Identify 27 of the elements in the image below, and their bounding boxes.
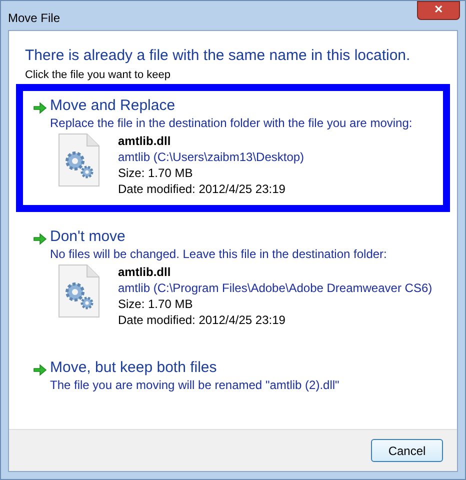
- option-description: No files will be changed. Leave this file in the destination folder:: [50, 246, 388, 262]
- file-date: Date modified: 2012/4/25 23:19: [118, 181, 286, 197]
- instruction-text: Click the file you want to keep: [25, 68, 172, 82]
- file-gear-icon: [58, 264, 100, 318]
- option-card[interactable]: Move and Replace Replace the file in the destination folder with the file you are moving: amtlib.dll amtlib (C:\Users\zaibm13\Desktop) Size: 1.70 MB Date modified: 2012/4/25 23:19: [16, 84, 450, 212]
- option-description: Replace the file in the destination folder with the file you are moving:: [50, 115, 412, 131]
- window-title: Move File: [8, 10, 60, 27]
- arrow-icon: [33, 102, 47, 114]
- file-date: Date modified: 2012/4/25 23:19: [118, 312, 286, 328]
- file-location: amtlib (C:\Program Files\Adobe\Adobe Dreamweaver CS6): [118, 280, 432, 296]
- file-size: Size: 1.70 MB: [118, 165, 194, 181]
- option-description: The file you are moving will be renamed "amtlib (2).dll": [50, 377, 340, 393]
- file-name: amtlib.dll: [118, 133, 172, 149]
- option-card[interactable]: Move, but keep both files The file you are moving will be renamed "amtlib (2).dll": [16, 346, 450, 408]
- file-gear-icon: [58, 133, 100, 187]
- option-title: Move, but keep both files: [50, 359, 218, 377]
- cancel-button[interactable]: Cancel: [371, 439, 443, 462]
- file-size: Size: 1.70 MB: [118, 296, 194, 312]
- file-location: amtlib (C:\Users\zaibm13\Desktop): [118, 149, 304, 165]
- option-card[interactable]: Don't move No files will be changed. Leave this file in the destination folder: amtlib.dll amtlib (C:\Program Files\Adobe\Adobe Dreamweaver CS6) Size: 1.70 MB Date modified: 2012/4/25 23:19: [16, 215, 450, 343]
- dialog-heading: There is already a file with the same name in this location.: [25, 47, 412, 65]
- option-title: Don't move: [50, 228, 126, 246]
- arrow-icon: [33, 233, 47, 245]
- arrow-icon: [33, 364, 47, 376]
- file-name: amtlib.dll: [118, 264, 172, 280]
- option-title: Move and Replace: [50, 97, 176, 115]
- close-button[interactable]: ✕: [417, 1, 460, 20]
